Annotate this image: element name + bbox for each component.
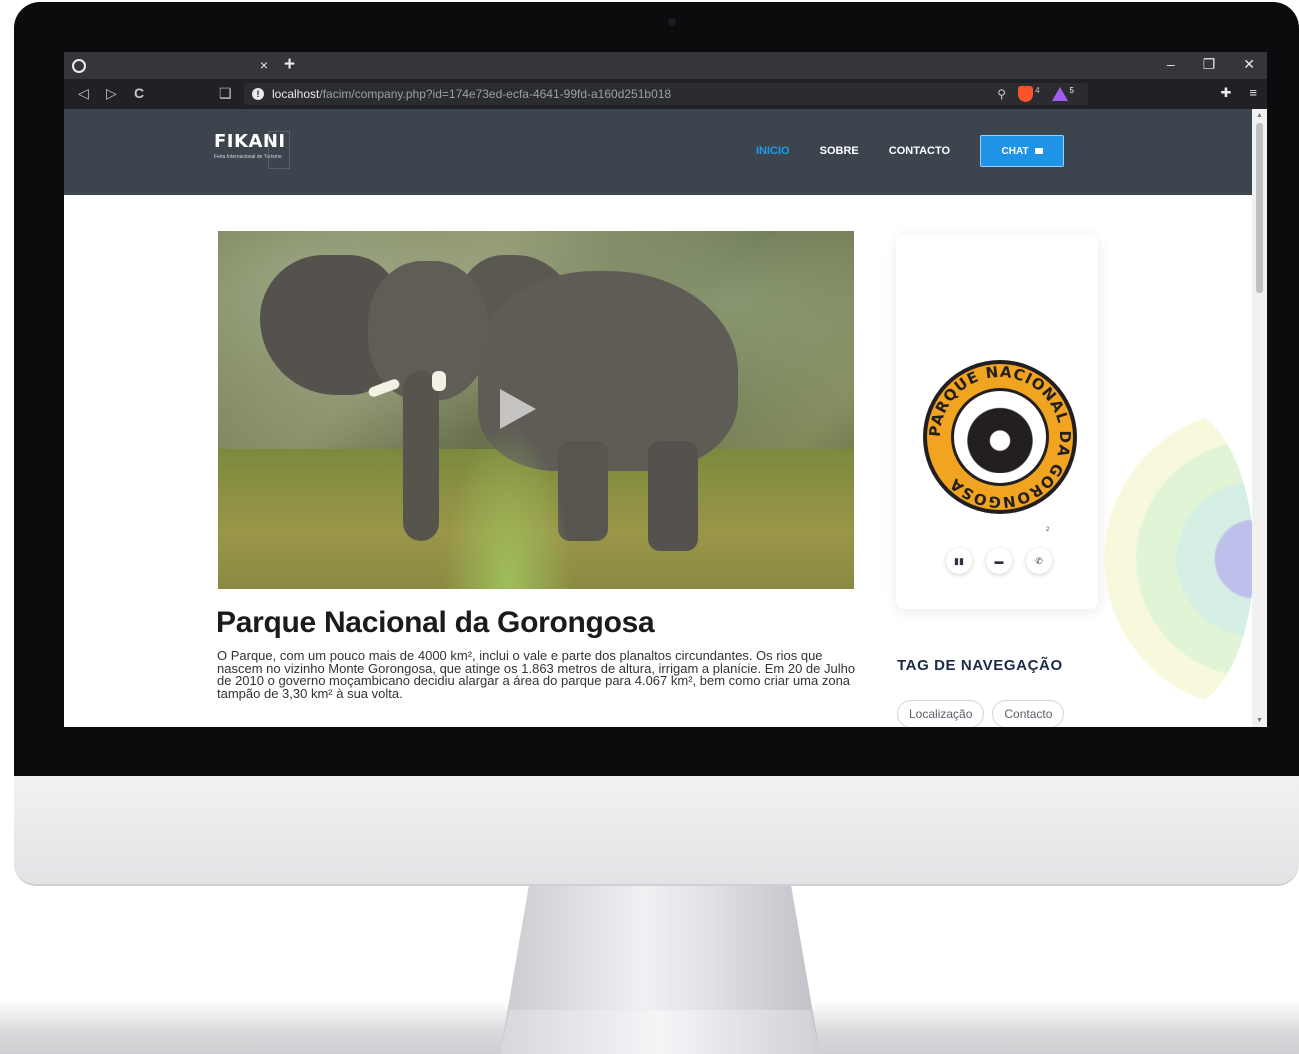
park-logo: PARQUE NACIONAL DA GORONGOSA [923,360,1077,514]
browser-tab[interactable]: × [64,52,276,79]
scroll-up-icon[interactable]: ▲ [1256,112,1263,119]
tag-section-title: TAG DE NAVEGAÇÃO [897,657,1063,674]
url-host: localhost [272,87,320,101]
decorative-swirl [1104,409,1252,709]
forward-icon[interactable]: ▷ [106,85,117,102]
tab-bar: × + – ❐ ✕ [64,52,1267,79]
browser-window: × + – ❐ ✕ ◁ ▷ C ❑ ! localhost /facim/com… [64,52,1267,727]
rewards-icon[interactable] [1051,87,1068,101]
toolbar-right: ✚ ≡ [1221,85,1258,101]
scroll-down-icon[interactable]: ▼ [1256,717,1263,724]
elephant-tusk [432,371,446,391]
tag-localizacao[interactable]: Localização [897,700,985,727]
globe-icon [72,58,86,73]
extensions-icon[interactable]: ✚ [1221,85,1232,101]
monitor-stand-base [500,1010,820,1054]
page-scrollbar[interactable]: ▲ ▼ [1252,109,1267,727]
chat-icon [1034,148,1043,154]
scroll-thumb[interactable] [1256,123,1263,293]
rewards-count: 5 [1069,85,1074,95]
palm-leaves [438,411,578,589]
nav-sobre[interactable]: SOBRE [820,145,859,157]
main-nav: INICIO SOBRE CONTACTO CHAT [756,135,1065,167]
scene: × + – ❐ ✕ ◁ ▷ C ❑ ! localhost /facim/com… [0,0,1299,1054]
map-icon[interactable]: ▮▮ [946,548,972,574]
zoom-icon[interactable]: ⚲ [997,87,1006,101]
chat-button[interactable]: CHAT [980,135,1065,167]
email-icon[interactable]: ▬ [986,548,1012,574]
lion-icon [964,401,1036,473]
page-viewport: FIKANI Feira Internacional de Turismo IN… [64,109,1252,727]
new-tab-button[interactable]: + [284,54,295,76]
page-title: Parque Nacional da Gorongosa [216,606,655,639]
park-logo-center [951,388,1049,486]
url-path: /facim/company.php?id=174e73ed-ecfa-4641… [319,87,672,101]
logo-mark [268,131,290,169]
video-thumbnail[interactable] [218,231,854,589]
window-controls: – ❐ ✕ [1167,56,1255,73]
elephant-leg [648,441,698,551]
monitor-camera [668,18,676,26]
bookmark-icon[interactable]: ❑ [219,85,232,102]
tag-contacto[interactable]: Contacto [992,700,1065,727]
tag-list: Localização Contacto [897,700,1065,727]
site-logo[interactable]: FIKANI Feira Internacional de Turismo [214,131,290,169]
monitor-chin [14,776,1299,886]
nav-contacto[interactable]: CONTACTO [889,145,950,157]
brave-shield-count: 4 [1035,85,1040,95]
address-bar[interactable]: ! localhost /facim/company.php?id=174e73… [244,83,1088,105]
address-bar-actions: ⚲ 4 5 [997,86,1074,102]
close-window-icon[interactable]: ✕ [1243,56,1255,73]
back-icon[interactable]: ◁ [78,85,89,102]
brave-shield-icon[interactable] [1018,86,1034,102]
minimize-icon[interactable]: – [1167,56,1175,73]
contact-icons: ▮▮ ▬ ✆ [946,548,1052,574]
site-header: FIKANI Feira Internacional de Turismo IN… [64,109,1252,195]
elephant-trunk [403,371,439,541]
card-tiny-text: 2 [1046,527,1050,533]
page-description: O Parque, com um pouco mais de 4000 km²,… [217,648,856,701]
reload-icon[interactable]: C [134,85,144,101]
info-icon[interactable]: ! [252,88,264,100]
company-card: PARQUE NACIONAL DA GORONGOSA 2 ▮▮ ▬ ✆ [896,235,1098,609]
tab-close-icon[interactable]: × [260,57,268,73]
chat-label: CHAT [1001,145,1029,157]
menu-icon[interactable]: ≡ [1249,85,1257,101]
phone-icon[interactable]: ✆ [1026,548,1052,574]
nav-inicio[interactable]: INICIO [756,145,790,157]
play-icon[interactable] [500,389,536,429]
browser-toolbar: ◁ ▷ C ❑ ! localhost /facim/company.php?i… [64,79,1267,109]
restore-icon[interactable]: ❐ [1203,56,1216,73]
